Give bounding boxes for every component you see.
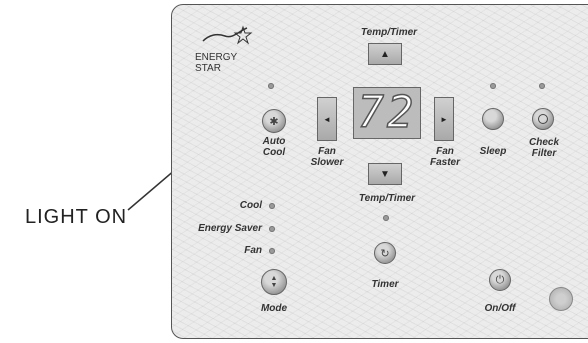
power-icon: ⏻ (495, 273, 505, 286)
auto-cool-icon: ✱ (269, 115, 279, 128)
arrow-right-icon: ► (440, 114, 448, 124)
sleep-led (490, 83, 496, 89)
auto-label: Auto (262, 136, 286, 147)
timer-icon: ↻ (380, 247, 390, 260)
auto-cool-led (268, 83, 274, 89)
check-filter-led (539, 83, 545, 89)
mode-cool-led (269, 203, 275, 209)
control-panel: ENERGY STAR Temp/Timer ▲ ✱ Auto Cool ◄ F… (171, 4, 588, 339)
energy-star-label: ENERGY STAR (195, 52, 238, 74)
cool-label: Cool (262, 147, 286, 158)
temp-timer-label-bottom: Temp/Timer (358, 193, 416, 204)
arrow-left-icon: ◄ (323, 114, 331, 124)
mode-energy-saver-label: Energy Saver (198, 223, 262, 234)
energy-star-logo: ENERGY STAR (195, 23, 265, 74)
mode-label: Mode (260, 303, 288, 314)
mode-fan-led (269, 248, 275, 254)
temp-timer-label-top: Temp/Timer (360, 27, 418, 38)
timer-led (383, 215, 389, 221)
mode-fan-label: Fan (244, 245, 262, 256)
check-filter-button[interactable] (532, 108, 554, 130)
temp-up-button[interactable]: ▲ (368, 43, 402, 65)
sleep-label: Sleep (479, 146, 507, 157)
temp-down-button[interactable]: ▼ (368, 163, 402, 185)
auto-cool-button[interactable]: ✱ (262, 109, 286, 133)
mode-cool-label: Cool (239, 200, 262, 211)
fan-slower-button[interactable]: ◄ (317, 97, 337, 141)
mode-energy-saver-led (269, 226, 275, 232)
timer-button[interactable]: ↻ (374, 242, 396, 264)
sleep-button[interactable] (482, 108, 504, 130)
temperature-digits: 72 (357, 87, 417, 138)
check-filter-icon (538, 114, 548, 124)
mode-button[interactable]: ▲ ▼ (261, 269, 287, 295)
mode-icon: ▲ ▼ (270, 275, 278, 289)
chevron-down-icon: ▼ (380, 168, 390, 180)
auto-cool-label: Auto Cool (256, 136, 292, 158)
on-off-label: On/Off (484, 303, 516, 314)
power-button[interactable]: ⏻ (489, 269, 511, 291)
timer-label: Timer (371, 279, 399, 290)
sensor-window (549, 287, 573, 311)
fan-slower-label: Fan Slower (310, 146, 344, 168)
fan-faster-label: Fan Faster (429, 146, 460, 168)
check-filter-label: Check Filter (528, 137, 559, 159)
fan-faster-button[interactable]: ► (434, 97, 454, 141)
temperature-display: 72 (353, 87, 421, 139)
chevron-up-icon: ▲ (380, 48, 390, 60)
